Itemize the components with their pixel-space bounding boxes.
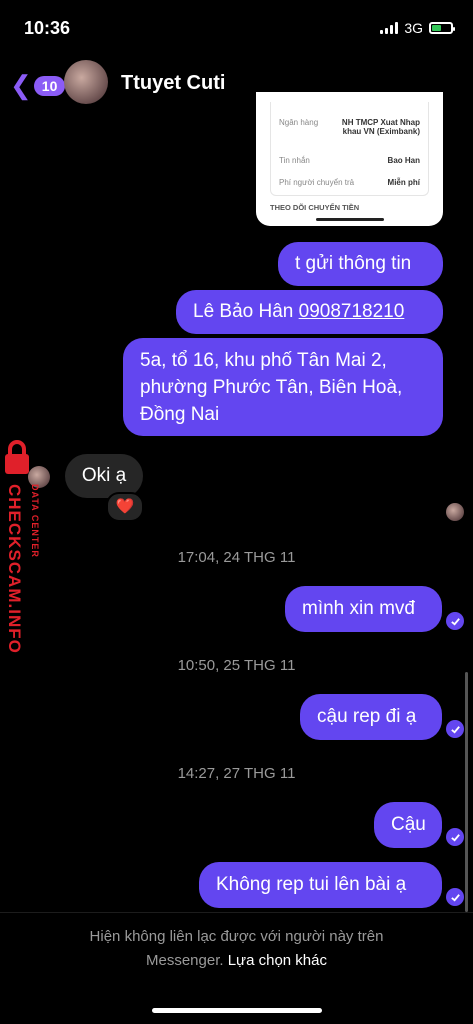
avatar[interactable] [64, 60, 108, 104]
delivered-check-icon [446, 612, 464, 630]
image-handle [316, 218, 384, 221]
shared-image[interactable]: Ngân hàng NH TMCP Xuat Nhap khau VN (Exi… [256, 92, 443, 226]
status-indicators: 3G [380, 20, 455, 36]
message-bubble[interactable]: Không rep tui lên bài ạ [199, 862, 442, 908]
delivered-check-icon [446, 888, 464, 906]
watermark-brand: CHECKSCAM.INFO [5, 484, 24, 654]
message-bubble[interactable]: 5a, tổ 16, khu phố Tân Mai 2, phường Phư… [123, 338, 443, 436]
watermark: CHECKSCAM.INFO DATA CENTER [2, 440, 42, 670]
watermark-sub: DATA CENTER [30, 484, 40, 558]
chevron-left-icon: ❮ [10, 70, 32, 100]
delivered-check-icon [446, 720, 464, 738]
lock-icon [5, 440, 29, 474]
message-bubble[interactable]: Cậu [374, 802, 442, 848]
seen-avatar [446, 503, 464, 521]
network-label: 3G [404, 20, 423, 36]
other-options-link[interactable]: Lựa chọn khác [228, 952, 327, 969]
tracking-label: THEO DÕI CHUYỂN TIỀN [270, 203, 360, 212]
timestamp: 17:04, 24 THG 11 [177, 549, 296, 566]
timestamp: 10:50, 25 THG 11 [177, 657, 296, 674]
delivered-check-icon [446, 828, 464, 846]
receipt-row: Tin nhắn Bao Han [279, 156, 420, 165]
receipt-row: Ngân hàng NH TMCP Xuat Nhap khau VN (Exi… [279, 118, 420, 136]
transfer-receipt: Ngân hàng NH TMCP Xuat Nhap khau VN (Exi… [270, 102, 429, 196]
message-bubble[interactable]: t gửi thông tin [278, 242, 443, 286]
timestamp: 14:27, 27 THG 11 [177, 765, 296, 782]
signal-icon [380, 22, 399, 34]
message-bubble[interactable]: mình xin mvđ [285, 586, 442, 632]
battery-icon [429, 22, 455, 34]
heart-reaction[interactable]: ❤️ [106, 492, 144, 522]
receipt-row: Phí người chuyển trả Miễn phí [279, 178, 420, 187]
contact-name[interactable]: Ttuyet Cuti [121, 72, 225, 95]
back-button[interactable]: ❮ 10 [10, 70, 66, 101]
home-indicator[interactable] [152, 1008, 322, 1013]
unread-badge: 10 [33, 75, 66, 96]
footer-notice: Hiện không liên lạc được với người này t… [0, 912, 473, 973]
message-bubble[interactable]: cậu rep đi ạ [300, 694, 442, 740]
status-time: 10:36 [24, 18, 71, 38]
message-bubble[interactable]: Lê Bảo Hân 0908718210 [176, 290, 443, 334]
phone-link[interactable]: 0908718210 [299, 301, 405, 322]
scrollbar[interactable] [465, 672, 468, 912]
